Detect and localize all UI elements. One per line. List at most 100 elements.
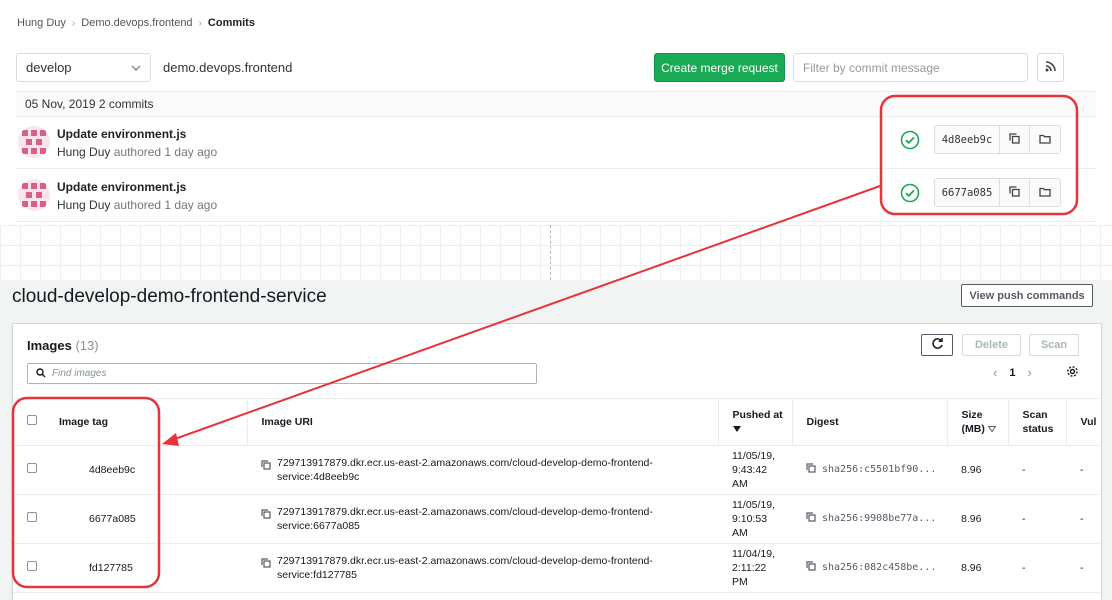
commit-title[interactable]: Update environment.js: [57, 127, 186, 141]
vulnerabilities-cell: -: [1066, 445, 1101, 495]
col-scan-status[interactable]: Scan status: [1007, 398, 1066, 446]
search-icon: [36, 366, 46, 381]
col-image-tag[interactable]: Image tag: [51, 398, 247, 446]
scan-button[interactable]: Scan: [1029, 334, 1079, 356]
size-cell: 8.96: [947, 445, 1008, 495]
delete-button[interactable]: Delete: [962, 334, 1021, 356]
avatar[interactable]: [18, 179, 50, 211]
image-uri-cell: 729713917879.dkr.ecr.us-east-2.amazonaws…: [247, 543, 718, 593]
create-merge-request-button[interactable]: Create merge request: [654, 53, 785, 82]
vulnerabilities-cell: -: [1066, 494, 1101, 544]
image-uri: 729713917879.dkr.ecr.us-east-2.amazonaws…: [277, 555, 653, 581]
scan-status-cell: -: [1008, 445, 1066, 495]
breadcrumb-user[interactable]: Hung Duy: [17, 17, 66, 29]
col-size[interactable]: Size (MB): [946, 398, 1008, 446]
chevron-right-icon: ›: [71, 17, 76, 29]
commit-sha-label[interactable]: 6677a085: [935, 179, 1000, 206]
image-uri: 729713917879.dkr.ecr.us-east-2.amazonaws…: [277, 506, 653, 532]
col-pushed-at[interactable]: Pushed at: [717, 398, 792, 446]
digest-value: sha256:082c458be...: [822, 562, 937, 573]
commit-authored: authored 1 day ago: [113, 145, 218, 159]
col-pushed-label: Pushed at: [732, 409, 783, 421]
pagination: ‹ 1 ›: [993, 365, 1032, 380]
settings-gear-icon[interactable]: [1066, 365, 1079, 381]
copy-icon[interactable]: [261, 558, 271, 572]
copy-icon: [1009, 185, 1020, 200]
gitlab-commits-panel: Hung Duy › Demo.devops.frontend › Commit…: [0, 0, 1112, 225]
table-header-row: Image tag Image URI Pushed at Digest Siz…: [13, 398, 1101, 446]
row-checkbox[interactable]: [27, 463, 37, 473]
images-panel: Images (13) Delete Scan ‹ 1 ›: [12, 323, 1102, 600]
images-count: (13): [75, 338, 99, 353]
find-images-search: [27, 363, 537, 384]
images-table: Image tag Image URI Pushed at Digest Siz…: [13, 398, 1101, 593]
chevron-right-icon: ›: [198, 17, 202, 29]
branch-dropdown[interactable]: develop: [16, 53, 151, 82]
divider: [550, 225, 551, 280]
copy-sha-button[interactable]: [1000, 126, 1030, 153]
view-push-commands-button[interactable]: View push commands: [961, 284, 1093, 307]
digest-cell: sha256:9908be77a...: [792, 494, 947, 544]
rss-icon: [1045, 60, 1056, 75]
row-select-cell: [13, 445, 51, 495]
pipeline-passed-icon[interactable]: [900, 130, 920, 150]
table-row: 4d8eeb9c 729713917879.dkr.ecr.us-east-2.…: [13, 445, 1101, 495]
select-all-checkbox[interactable]: [27, 415, 37, 425]
copy-icon[interactable]: [806, 561, 816, 575]
pushed-at-cell: 11/05/19, 9:10:53 AM: [718, 494, 792, 544]
col-image-uri[interactable]: Image URI: [246, 398, 718, 446]
image-uri: 729713917879.dkr.ecr.us-east-2.amazonaws…: [277, 457, 653, 483]
digest-value: sha256:c5501bf90...: [822, 464, 937, 475]
chevron-right-icon[interactable]: ›: [1027, 365, 1031, 380]
image-tag-cell: fd127785: [51, 543, 247, 593]
row-select-cell: [13, 494, 51, 544]
table-row: 6677a085 729713917879.dkr.ecr.us-east-2.…: [13, 494, 1101, 544]
pipeline-passed-icon[interactable]: [900, 183, 920, 203]
scan-status-cell: -: [1008, 494, 1066, 544]
row-checkbox[interactable]: [27, 561, 37, 571]
canvas-background: [0, 225, 1112, 280]
images-title: Images: [27, 338, 72, 353]
copy-icon[interactable]: [261, 460, 271, 474]
size-cell: 8.96: [947, 543, 1008, 593]
page-title: cloud-develop-demo-frontend-service: [12, 286, 327, 307]
refresh-button[interactable]: [921, 334, 953, 356]
browse-files-button[interactable]: [1030, 179, 1060, 206]
pushed-at-cell: 11/05/19, 9:43:42 AM: [718, 445, 792, 495]
rss-feed-button[interactable]: [1037, 53, 1064, 82]
image-uri-cell: 729713917879.dkr.ecr.us-east-2.amazonaws…: [247, 445, 718, 495]
sort-desc-icon: [732, 423, 741, 435]
vulnerabilities-cell: -: [1066, 543, 1101, 593]
find-images-input[interactable]: [52, 368, 522, 379]
image-uri-cell: 729713917879.dkr.ecr.us-east-2.amazonaws…: [247, 494, 718, 544]
digest-cell: sha256:082c458be...: [792, 543, 947, 593]
copy-sha-button[interactable]: [1000, 179, 1030, 206]
commit-meta: Hung Duy authored 1 day ago: [57, 198, 217, 212]
browse-files-button[interactable]: [1030, 126, 1060, 153]
commit-sha-group: 4d8eeb9c: [934, 125, 1061, 154]
avatar[interactable]: [18, 126, 50, 158]
image-tag-cell: 6677a085: [51, 494, 247, 544]
branch-label: develop: [26, 60, 72, 75]
commit-author[interactable]: Hung Duy: [57, 198, 110, 212]
copy-icon[interactable]: [806, 463, 816, 477]
chevron-left-icon[interactable]: ‹: [993, 365, 997, 380]
breadcrumb: Hung Duy › Demo.devops.frontend › Commit…: [17, 17, 255, 29]
row-checkbox[interactable]: [27, 512, 37, 522]
select-all-cell: [13, 398, 51, 446]
page-number[interactable]: 1: [1009, 367, 1015, 379]
col-digest[interactable]: Digest: [791, 398, 947, 446]
ecr-repository-page: cloud-develop-demo-frontend-service View…: [0, 280, 1112, 600]
commit-sha-label[interactable]: 4d8eeb9c: [935, 126, 1000, 153]
breadcrumb-project[interactable]: Demo.devops.frontend: [81, 17, 192, 29]
commit-author[interactable]: Hung Duy: [57, 145, 110, 159]
commit-title[interactable]: Update environment.js: [57, 180, 186, 194]
breadcrumb-current[interactable]: Commits: [208, 17, 255, 29]
commit-sha-group: 6677a085: [934, 178, 1061, 207]
folder-open-icon: [1039, 185, 1051, 200]
copy-icon[interactable]: [261, 509, 271, 523]
commit-day-header: 05 Nov, 2019 2 commits: [16, 91, 1096, 117]
filter-commit-input[interactable]: [793, 53, 1028, 82]
col-vulnerabilities[interactable]: Vul: [1065, 398, 1101, 446]
copy-icon[interactable]: [806, 512, 816, 526]
